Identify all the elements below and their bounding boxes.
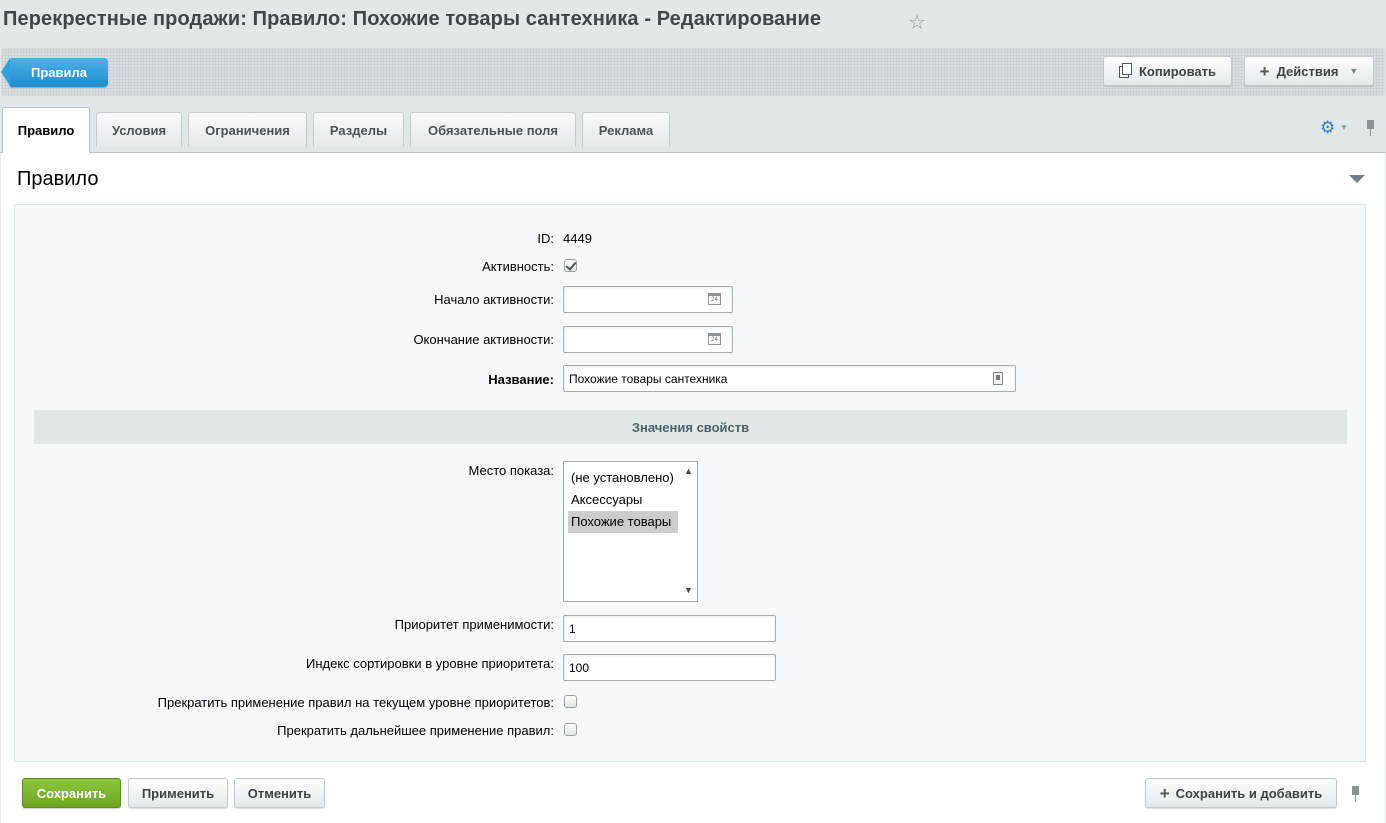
active-label: Активность: [482,259,554,274]
copy-icon [1118,63,1132,78]
copy-button-label: Копировать [1138,63,1216,79]
place-listbox[interactable]: (не установлено) Аксессуары Похожие това… [563,461,698,602]
save-button-label: Сохранить [36,785,107,801]
place-option-selected[interactable]: Похожие товары [568,511,678,533]
priority-input[interactable] [563,615,776,642]
properties-header-label: Значения свойств [631,419,750,435]
id-value: 4449 [563,231,592,246]
tab-label: Разделы [329,122,388,138]
copy-button[interactable]: Копировать [1103,56,1232,86]
section-title: Правило [17,168,99,190]
back-to-rules-button[interactable]: Правила [1,58,108,87]
name-label: Название: [488,372,554,387]
scroll-down-icon[interactable]: ▼ [684,586,693,595]
start-label: Начало активности: [434,292,554,307]
calendar-icon[interactable]: 24 [708,293,721,305]
plus-icon: + [1259,61,1270,81]
pin-icon[interactable] [1366,120,1375,137]
chevron-down-icon: ▼ [1349,66,1359,76]
calendar-icon[interactable]: 24 [708,333,721,345]
sort-label: Индекс сортировки в уровне приоритета: [305,656,554,671]
save-button[interactable]: Сохранить [22,778,121,808]
stop-level-checkbox[interactable] [564,695,577,708]
cancel-button[interactable]: Отменить [234,778,325,808]
tab-required-fields[interactable]: Обязательные поля [410,112,576,147]
id-label: ID: [537,231,554,246]
tab-label: Ограничения [205,122,290,138]
tab-conditions[interactable]: Условия [96,112,182,147]
name-input[interactable] [563,365,1016,392]
pin-icon[interactable] [1351,786,1360,803]
priority-label: Приоритет применимости: [394,617,554,632]
tab-label: Обязательные поля [427,122,559,138]
actions-button-label: Действия [1276,63,1339,79]
tab-label: Условия [111,122,167,138]
active-checkbox[interactable] [564,259,577,272]
place-option[interactable]: (не установлено) [568,467,678,489]
place-label: Место показа: [468,463,554,478]
place-option[interactable]: Аксессуары [568,489,678,511]
save-and-add-button[interactable]: + Сохранить и добавить [1145,778,1337,808]
gear-icon[interactable]: ⚙ [1320,118,1335,138]
star-icon[interactable]: ☆ [908,10,926,35]
cancel-button-label: Отменить [247,785,312,801]
apply-button-label: Применить [141,785,215,801]
listbox-scrollbar[interactable]: ▲ ▼ [680,462,697,601]
stop-all-checkbox[interactable] [564,723,577,736]
scroll-up-icon[interactable]: ▲ [684,467,693,476]
tab-restrictions[interactable]: Ограничения [188,112,307,147]
properties-header: Значения свойств [34,410,1347,444]
tab-sections[interactable]: Разделы [313,112,404,147]
apply-button[interactable]: Применить [128,778,228,808]
stop-level-label: Прекратить применение правил на текущем … [157,695,554,710]
end-label: Окончание активности: [413,332,554,347]
actions-button[interactable]: + Действия ▼ [1244,56,1374,86]
tab-rule[interactable]: Правило [2,107,90,153]
tab-label: Реклама [598,122,654,138]
chevron-down-icon[interactable]: ▼ [1340,123,1348,132]
tab-label: Правило [17,123,75,138]
sort-input[interactable] [563,654,776,681]
plus-icon: + [1159,783,1170,803]
page-title: Перекрестные продажи: Правило: Похожие т… [3,8,822,30]
tab-advertising[interactable]: Реклама [582,112,670,147]
translit-icon[interactable] [993,372,1003,385]
stop-all-label: Прекратить дальнейшее применение правил: [277,723,554,738]
save-and-add-label: Сохранить и добавить [1175,785,1323,801]
back-button-label: Правила [31,65,87,80]
collapse-icon[interactable] [1349,175,1365,183]
